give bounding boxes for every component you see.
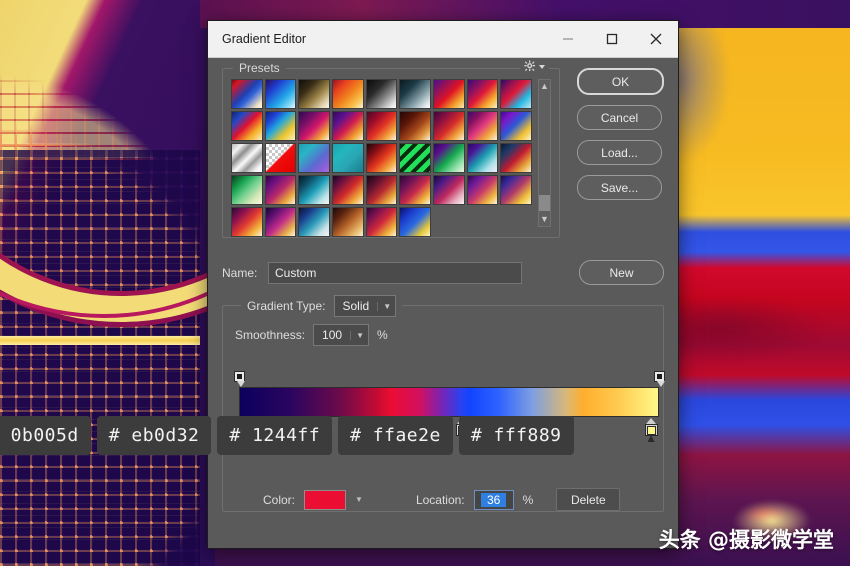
preset-swatch[interactable] [331,143,364,173]
preset-swatch[interactable] [500,79,532,109]
gradient-type-label: Gradient Type: [247,299,326,313]
name-label: Name: [222,265,258,280]
preset-swatch[interactable] [298,143,330,173]
minimize-icon[interactable] [546,21,590,57]
chevron-down-icon[interactable]: ▼ [355,495,363,504]
preset-swatch[interactable] [432,111,465,141]
chevron-down-icon: ▼ [350,330,364,340]
gradient-type-panel: Gradient Type: Solid ▼ Smoothness: 100 ▼… [222,295,665,512]
preset-swatch[interactable] [298,79,330,109]
preset-swatch[interactable] [264,143,297,173]
scrollbar-thumb[interactable] [539,195,550,211]
name-row: Name: Custom New [222,260,664,285]
preset-swatch[interactable] [264,207,297,237]
presets-panel: Presets ▲ ▼ [222,60,560,238]
hex-label: # fff889 [458,416,574,455]
location-value: 36 [480,492,507,507]
preset-swatch[interactable] [264,175,297,205]
preset-swatch[interactable] [365,111,398,141]
preset-swatch[interactable] [365,175,398,205]
preset-swatch[interactable] [399,207,431,237]
load-button[interactable]: Load... [577,140,662,165]
smoothness-value: 100 [322,328,343,342]
preset-swatch[interactable] [432,175,465,205]
hex-label: # 0b005d [0,416,91,455]
gradient-type-value: Solid [342,299,370,313]
hex-label: # eb0d32 [96,416,212,455]
stop-editor-row: Color: ▼ Location: 36 % Delete [235,488,651,511]
preset-swatch[interactable] [365,143,398,173]
preset-swatch[interactable] [298,207,330,237]
preset-swatch[interactable] [399,175,431,205]
color-swatch[interactable] [304,489,347,510]
preset-swatch[interactable] [331,207,364,237]
name-input[interactable]: Custom [268,261,522,284]
preset-swatch[interactable] [399,79,431,109]
gradient-type-select[interactable]: Solid ▼ [333,295,397,317]
chevron-down-icon[interactable]: ▼ [540,213,549,226]
preset-swatch[interactable] [231,207,263,237]
preset-swatch[interactable] [466,79,499,109]
preset-swatch[interactable] [298,175,330,205]
maximize-icon[interactable] [590,21,634,57]
color-stop[interactable] [644,418,658,442]
chevron-down-icon: ▼ [377,301,391,311]
color-label: Color: [263,492,296,507]
presets-grid[interactable] [231,79,532,237]
dialog-titlebar: Gradient Editor [208,21,678,58]
preset-swatch[interactable] [264,111,297,141]
delete-button[interactable]: Delete [556,488,621,511]
preset-swatch[interactable] [231,111,263,141]
gradient-type-row: Gradient Type: Solid ▼ [241,295,403,317]
dialog-title: Gradient Editor [222,32,307,46]
preset-swatch[interactable] [500,143,532,173]
preset-swatch[interactable] [500,111,532,141]
preset-swatch[interactable] [365,79,398,109]
ok-button[interactable]: OK [577,68,664,95]
preset-swatch[interactable] [399,111,431,141]
opacity-stop[interactable] [654,371,665,387]
smoothness-label: Smoothness: [235,328,306,342]
preset-swatch[interactable] [365,207,398,237]
preset-swatch[interactable] [432,79,465,109]
hex-labels: # 0b005d# eb0d32# 1244ff# ffae2e# fff889 [0,416,574,455]
preset-swatch[interactable] [466,175,499,205]
cancel-button[interactable]: Cancel [577,105,662,130]
opacity-stop[interactable] [234,371,245,387]
preset-swatch[interactable] [399,143,431,173]
smoothness-select[interactable]: 100 ▼ [313,324,369,346]
preset-swatch[interactable] [298,111,330,141]
preset-swatch[interactable] [331,111,364,141]
preset-swatch[interactable] [466,111,499,141]
watermark: 头条 @摄影微学堂 [658,528,834,552]
preset-swatch[interactable] [500,175,532,205]
smoothness-row: Smoothness: 100 ▼ % [235,324,651,346]
hex-label: # ffae2e [338,416,453,455]
preset-swatch[interactable] [231,175,263,205]
location-label: Location: [415,492,465,507]
new-button[interactable]: New [579,260,664,285]
gradient-preview-bar[interactable] [239,387,659,417]
smoothness-unit: % [377,328,388,342]
gear-icon[interactable] [520,60,549,73]
preset-swatch[interactable] [466,143,499,173]
close-icon[interactable] [634,21,678,57]
gradient-editor-dialog: Gradient Editor Presets ▲ ▼ OK Cancel Lo… [207,20,679,549]
presets-scrollbar[interactable]: ▲ ▼ [538,79,551,227]
preset-swatch[interactable] [264,79,297,109]
save-button[interactable]: Save... [577,175,662,200]
hex-label: # 1244ff [217,416,333,455]
preset-swatch[interactable] [231,79,263,109]
preset-swatch[interactable] [231,143,263,173]
location-unit: % [522,492,534,507]
location-input[interactable]: 36 [473,489,514,510]
presets-label: Presets [233,61,286,75]
preset-swatch[interactable] [331,79,364,109]
preset-swatch[interactable] [331,175,364,205]
background-yellow-stripe [0,336,200,345]
chevron-up-icon[interactable]: ▲ [540,80,549,93]
dialog-action-buttons: OK Cancel Load... Save... [577,68,664,200]
preset-swatch[interactable] [432,143,465,173]
